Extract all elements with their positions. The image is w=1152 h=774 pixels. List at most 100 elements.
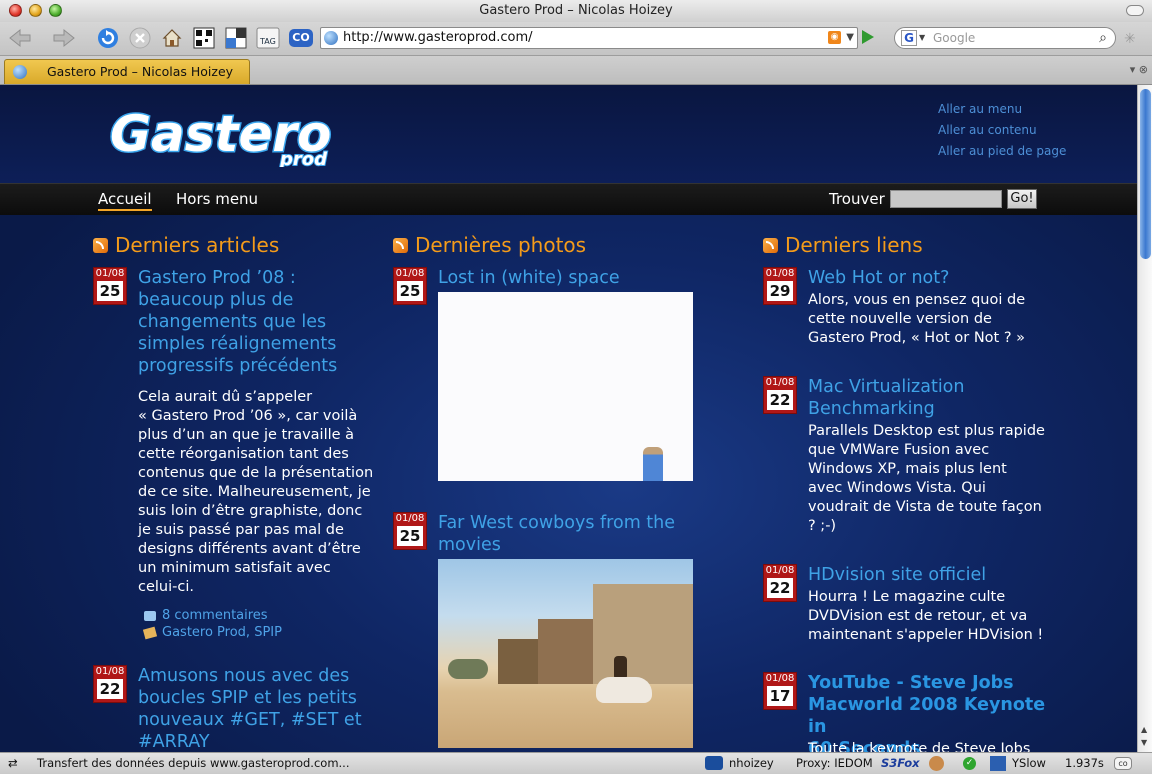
co-extension-button[interactable]: CO <box>288 26 314 50</box>
date-day: 29 <box>767 281 793 301</box>
address-dropdown-icon[interactable]: ▼ <box>846 28 854 48</box>
engine-dropdown-icon[interactable]: ▼ <box>919 28 925 48</box>
body-line: ? ;-) <box>808 518 837 534</box>
load-time: 1.937s <box>1065 756 1104 770</box>
article-title-link[interactable]: Amusons nous avec des boucles SPIP et le… <box>138 665 362 752</box>
latest-links-column: Derniers liens 01/08 29 Web Hot or not? A… <box>763 231 1063 752</box>
yslow-icon[interactable] <box>990 756 1006 771</box>
date-badge: 01/08 22 <box>763 376 797 414</box>
svg-text:TAG: TAG <box>259 37 276 46</box>
greasemonkey-icon[interactable] <box>929 756 944 771</box>
photo-title-link[interactable]: Far West cowboys from the movies <box>438 512 675 556</box>
body-line: contenus que de la présentation <box>138 465 374 481</box>
site-search-label: Trouver <box>829 190 885 208</box>
feed-icon[interactable]: ◉ <box>828 31 841 44</box>
body-line: plus d’un an que je travaille à <box>138 427 355 443</box>
photo-building <box>593 584 693 684</box>
co-icon: CO <box>289 29 313 47</box>
address-bar[interactable]: http://www.gasteroprod.com/ ◉ ▼ <box>320 27 858 49</box>
photo-thumbnail-white-space[interactable] <box>438 292 693 481</box>
photos-feed-icon[interactable] <box>393 238 408 253</box>
link-title-link[interactable]: Web Hot or not? <box>808 267 949 289</box>
tags-link[interactable]: Gastero Prod, SPIP <box>142 624 282 641</box>
connection-icon: ⇄ <box>8 756 18 770</box>
site-logo[interactable]: Gastero prod <box>104 104 404 172</box>
body-line: que VMWare Fusion avec <box>808 442 990 458</box>
date-month: 01/08 <box>395 513 425 524</box>
skip-to-menu-link[interactable]: Aller au menu <box>938 99 1066 120</box>
back-button[interactable] <box>6 26 36 50</box>
date-month: 01/08 <box>765 673 795 684</box>
link-title-link[interactable]: Mac Virtualization Benchmarking <box>808 376 964 420</box>
site-search-button[interactable]: Go! <box>1007 189 1037 209</box>
scrollbar-thumb[interactable] <box>1140 89 1151 259</box>
date-month: 01/08 <box>765 565 795 576</box>
home-button[interactable] <box>160 26 184 50</box>
comments-link[interactable]: 8 commentaires <box>144 607 268 624</box>
tag-label-icon <box>142 626 158 639</box>
article-title-link[interactable]: Gastero Prod ’08 : beaucoup plus de chan… <box>138 267 337 377</box>
link-description: Toute la keynote de Steve Jobs <box>808 740 1030 752</box>
toolbar-toggle-button[interactable] <box>1126 5 1144 16</box>
nav-home-link[interactable]: Accueil <box>98 190 152 211</box>
status-proxy[interactable]: Proxy: IEDOM <box>796 753 873 774</box>
scroll-down-icon[interactable]: ▼ <box>1141 738 1147 747</box>
photo-thumbnail-far-west[interactable] <box>438 559 693 748</box>
navigation-toolbar: TAG CO http://www.gasteroprod.com/ ◉ ▼ G… <box>0 22 1152 56</box>
articles-heading-text: Derniers articles <box>115 233 280 257</box>
co-status-icon[interactable]: co <box>1114 757 1132 770</box>
link-title-link[interactable]: HDvision site officiel <box>808 564 986 586</box>
google-engine-icon[interactable]: G <box>901 30 917 46</box>
photo-title-link[interactable]: Lost in (white) space <box>438 267 620 289</box>
tab-gasteroprod[interactable]: Gastero Prod – Nicolas Hoizey <box>4 59 250 84</box>
skip-to-content-link[interactable]: Aller au contenu <box>938 120 1066 141</box>
comment-icon <box>144 610 156 621</box>
skip-to-footer-link[interactable]: Aller au pied de page <box>938 141 1066 162</box>
title-line: changements que les <box>138 312 327 332</box>
scroll-up-icon[interactable]: ▲ <box>1141 725 1147 734</box>
date-month: 01/08 <box>765 377 795 388</box>
tag-button[interactable]: TAG <box>256 26 280 50</box>
body-line: Toute la keynote de Steve Jobs <box>808 741 1031 752</box>
status-user[interactable]: nhoizey <box>729 753 774 774</box>
close-window-button[interactable] <box>9 4 22 17</box>
body-line: Windows XP, mais plus lent <box>808 461 1007 477</box>
stop-button[interactable] <box>128 26 152 50</box>
qr-extension-button[interactable] <box>192 26 216 50</box>
photo-building <box>538 619 593 684</box>
date-badge: 01/08 25 <box>93 267 127 305</box>
go-icon[interactable] <box>862 30 874 44</box>
check-ok-icon[interactable]: ✓ <box>963 757 976 770</box>
articles-feed-icon[interactable] <box>93 238 108 253</box>
date-badge: 01/08 22 <box>763 564 797 602</box>
window-titlebar: Gastero Prod – Nicolas Hoizey <box>0 0 1152 22</box>
photo-building <box>498 639 538 684</box>
search-icon[interactable]: ⌕ <box>1099 28 1107 48</box>
minimize-window-button[interactable] <box>29 4 42 17</box>
tags-text: Gastero Prod, SPIP <box>162 625 282 640</box>
photos-heading-text: Dernières photos <box>415 233 587 257</box>
forward-button[interactable] <box>48 26 78 50</box>
links-feed-icon[interactable] <box>763 238 778 253</box>
status-bar: ⇄ Transfert des données depuis www.gaste… <box>0 752 1152 774</box>
body-line: cette réorganisation tant des <box>138 446 349 462</box>
title-line: YouTube - Steve Jobs <box>808 673 1014 693</box>
search-input[interactable]: G ▼ Google ⌕ <box>894 27 1116 49</box>
body-line: Parallels Desktop est plus rapide <box>808 423 1045 439</box>
window-title: Gastero Prod – Nicolas Hoizey <box>479 3 673 18</box>
window-extension-button[interactable] <box>224 26 248 50</box>
articles-heading: Derniers articles <box>93 231 383 259</box>
body-line: voudrait de Vista de toute façon <box>808 499 1042 515</box>
reload-button[interactable] <box>96 26 120 50</box>
account-icon[interactable] <box>705 756 723 770</box>
main-nav: Accueil Hors menu Trouver Go! <box>0 183 1137 215</box>
page-scrollbar[interactable]: ▲ ▼ <box>1137 85 1152 752</box>
web-page: Gastero prod Aller au menu Aller au cont… <box>0 85 1137 752</box>
tab-list-and-close-icons[interactable]: ▾ ⊗ <box>1130 63 1148 76</box>
date-badge: 01/08 22 <box>93 665 127 703</box>
site-search-input[interactable] <box>890 190 1002 208</box>
zoom-window-button[interactable] <box>49 4 62 17</box>
yslow-button[interactable]: YSlow <box>1012 753 1046 774</box>
s3fox-button[interactable]: S3Fox <box>881 753 920 774</box>
nav-off-menu-link[interactable]: Hors menu <box>176 190 258 208</box>
